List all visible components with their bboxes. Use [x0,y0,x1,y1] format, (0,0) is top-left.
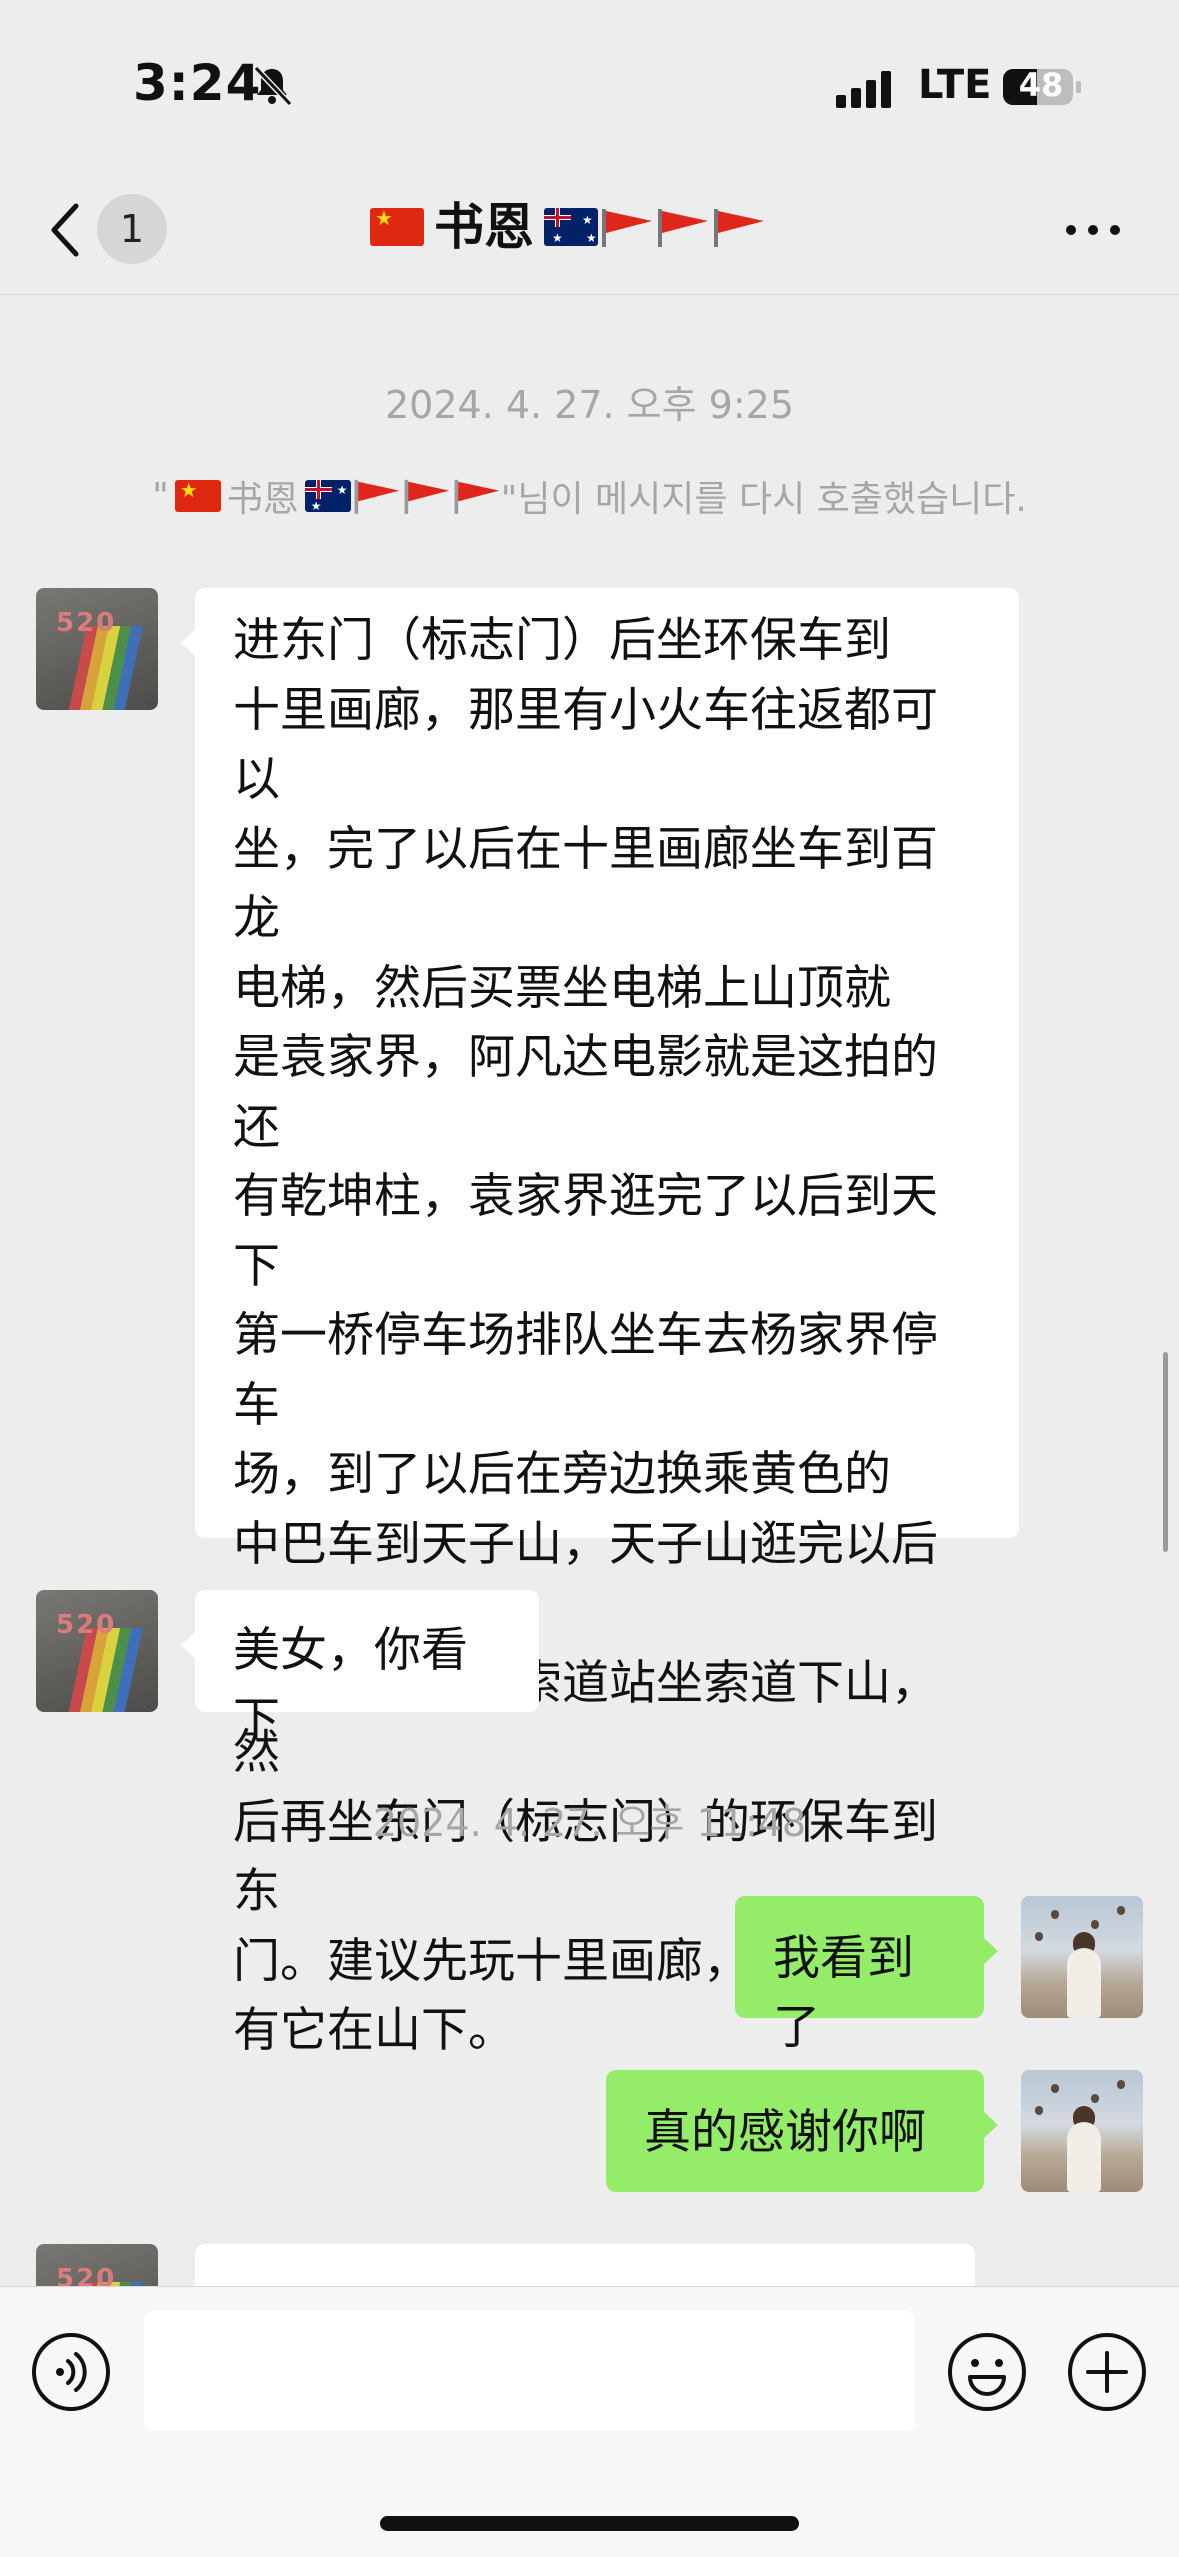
triangular-flag-icon [602,209,652,247]
recall-notice: " 书恩 ★ ★ "님이 메시지를 다시 호출했습니다. [0,470,1179,522]
chevron-left-icon[interactable] [46,200,86,260]
china-flag-icon [370,206,424,246]
sent-message-bubble[interactable]: 真的感谢你啊 [606,2070,998,2192]
bell-slash-icon [253,65,293,107]
more-icon[interactable] [1063,220,1123,240]
triangular-flag-icon [354,479,399,514]
australia-flag-icon: ★ ★ ★ [544,208,598,246]
message-text-line: 是袁家界，阿凡达电影就是这拍的还 [233,1030,938,1155]
timestamp: 2024. 4. 27. 오후 9:25 [384,383,795,427]
message-text: 真的感谢你啊 [644,2105,926,2160]
quote-mark: " [152,475,169,517]
triangular-flag-icon [404,479,449,514]
unread-badge[interactable]: 1 [97,194,167,264]
home-indicator[interactable] [380,2516,799,2531]
triangular-flag-icon [658,209,708,247]
message-text-line: 进东门（标志门）后坐环保车到 [233,613,891,668]
my-avatar[interactable] [1021,2070,1143,2192]
message-text-line: 有乾坤柱，袁家界逛完了以后到天下 [233,1169,938,1294]
australia-flag-icon: ★ ★ [304,480,351,512]
contact-avatar[interactable]: 520 [36,588,158,710]
message-text-line: 电梯，然后买票坐电梯上山顶就 [233,960,891,1016]
signal-icon [836,71,891,108]
contact-name: 书恩 [434,198,534,256]
battery-level: 48 [1018,66,1064,104]
message-text-line: 十里画廊，那里有小火车往返都可以 [233,682,938,808]
chat-header: 1 书恩 ★ ★ ★ [0,170,1179,295]
contact-avatar[interactable]: 520 [36,1590,158,1712]
scrollbar[interactable] [1163,1352,1168,1552]
timestamp: 2024. 4. 27. 오후 11:48 [372,1801,807,1845]
recall-text: "님이 메시지를 다시 호출했습니다. [500,479,1027,520]
message-text-line: 场，到了以后在旁边换乘黄色的 [233,1447,891,1502]
message-text-line: 坐，完了以后在十里画廊坐车到百龙 [233,821,938,947]
emoji-icon[interactable] [946,2331,1028,2413]
message-text-line: 第一桥停车场排队坐车去杨家界停车 [233,1308,938,1433]
received-message-bubble[interactable]: 美女，你看下 [181,1590,539,1748]
network-label: LTE [918,62,992,108]
voice-icon[interactable] [30,2331,112,2413]
triangular-flag-icon [454,479,499,514]
china-flag-icon [174,478,221,512]
message-input[interactable] [144,2311,915,2431]
my-avatar[interactable] [1021,1896,1143,2018]
status-bar: 3:24 LTE 48 [0,0,1179,170]
triangular-flag-icon [714,209,764,247]
status-time: 3:24 [133,54,262,112]
sent-message-bubble[interactable]: 我看到了 [735,1896,998,2055]
plus-icon[interactable] [1066,2331,1148,2413]
received-message-bubble[interactable]: 进东门（标志门）后坐环保车到十里画廊，那里有小火车往返都可以 坐，完了以后在十里画… [181,588,1019,2058]
contact-title[interactable]: 书恩 ★ ★ ★ [370,192,810,262]
recall-contact-name: 书恩 [226,479,299,520]
